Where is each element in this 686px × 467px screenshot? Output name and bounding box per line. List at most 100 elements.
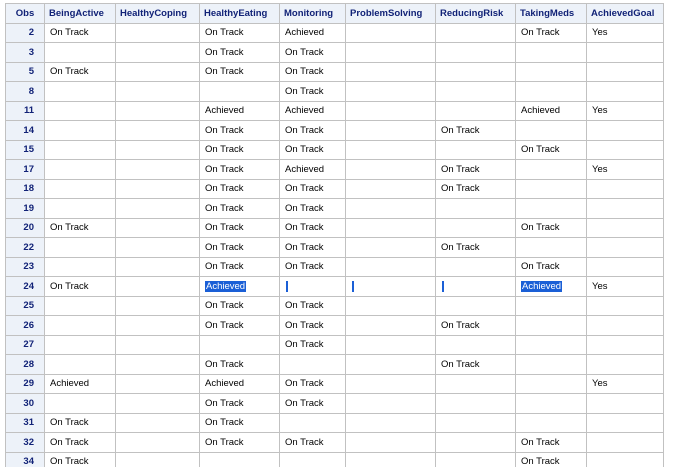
table-cell[interactable] [515, 159, 587, 180]
table-cell[interactable] [345, 139, 436, 160]
table-cell[interactable]: On Track [515, 217, 587, 238]
table-cell[interactable] [515, 198, 587, 219]
table-cell[interactable]: On Track [515, 256, 587, 277]
table-row[interactable]: 5 On Track On Track On Track [5, 61, 664, 82]
table-cell[interactable] [515, 61, 587, 82]
table-cell[interactable]: On Track [279, 315, 346, 336]
table-cell[interactable] [586, 81, 664, 102]
table-cell[interactable]: On Track [435, 159, 516, 180]
table-cell[interactable] [115, 178, 200, 199]
table-cell[interactable] [115, 198, 200, 219]
table-cell[interactable]: Achieved [279, 159, 346, 180]
column-header-healthycoping[interactable]: HealthyCoping [115, 3, 200, 24]
table-cell[interactable] [115, 159, 200, 180]
table-row[interactable]: 25 On Track On Track [5, 295, 664, 316]
table-row[interactable]: 28 On Track On Track [5, 354, 664, 375]
table-cell[interactable]: Achieved [44, 373, 116, 394]
table-cell[interactable]: On Track [279, 61, 346, 82]
table-cell[interactable] [586, 178, 664, 199]
table-cell[interactable] [435, 334, 516, 355]
table-cell[interactable]: On Track [279, 432, 346, 453]
table-cell[interactable]: On Track [44, 276, 116, 297]
table-cell[interactable]: Yes [586, 276, 664, 297]
table-cell[interactable] [115, 22, 200, 43]
table-cell[interactable] [115, 100, 200, 121]
table-row[interactable]: 32 On Track On Track On Track On Track [5, 432, 664, 453]
table-cell[interactable] [345, 237, 436, 258]
table-cell[interactable] [345, 217, 436, 238]
table-cell[interactable] [44, 178, 116, 199]
table-cell[interactable] [515, 393, 587, 414]
table-cell[interactable] [515, 178, 587, 199]
column-header-achievedgoal[interactable]: AchievedGoal [586, 3, 664, 24]
table-cell[interactable] [44, 334, 116, 355]
table-row[interactable]: 15 On Track On Track On Track [5, 139, 664, 160]
table-cell[interactable] [44, 237, 116, 258]
table-row[interactable]: 14 On Track On Track On Track [5, 120, 664, 141]
table-row[interactable]: 3 On Track On Track [5, 42, 664, 63]
table-cell[interactable] [586, 256, 664, 277]
table-cell[interactable]: On Track [199, 354, 280, 375]
table-cell[interactable] [345, 42, 436, 63]
table-cell[interactable] [345, 393, 436, 414]
table-cell[interactable] [115, 354, 200, 375]
column-header-monitoring[interactable]: Monitoring [279, 3, 346, 24]
table-row[interactable]: 2 On Track On Track Achieved On Track Yes [5, 22, 664, 43]
table-cell[interactable]: Achieved [279, 100, 346, 121]
table-row[interactable]: 20 On Track On Track On Track On Track [5, 217, 664, 238]
table-cell[interactable]: On Track [279, 295, 346, 316]
table-row[interactable]: 30 On Track On Track [5, 393, 664, 414]
table-cell[interactable]: On Track [515, 451, 587, 467]
table-cell[interactable] [44, 120, 116, 141]
table-cell[interactable]: On Track [279, 120, 346, 141]
table-cell[interactable]: On Track [199, 432, 280, 453]
table-cell[interactable] [586, 412, 664, 433]
table-cell[interactable] [515, 237, 587, 258]
table-row[interactable]: 19 On Track On Track [5, 198, 664, 219]
table-cell[interactable] [586, 237, 664, 258]
table-cell[interactable] [345, 178, 436, 199]
table-cell[interactable]: Achieved [199, 373, 280, 394]
column-header-problemsolving[interactable]: ProblemSolving [345, 3, 436, 24]
table-cell[interactable] [115, 412, 200, 433]
table-cell[interactable] [435, 100, 516, 121]
table-cell[interactable] [115, 61, 200, 82]
table-cell[interactable] [44, 139, 116, 160]
table-cell[interactable]: On Track [515, 432, 587, 453]
table-cell[interactable] [44, 42, 116, 63]
table-cell[interactable] [345, 354, 436, 375]
table-cell[interactable] [586, 354, 664, 375]
table-row[interactable]: 23 On Track On Track On Track [5, 256, 664, 277]
table-cell[interactable] [435, 393, 516, 414]
table-cell[interactable] [345, 159, 436, 180]
table-cell[interactable] [279, 276, 346, 297]
table-cell[interactable]: On Track [44, 61, 116, 82]
table-cell[interactable]: On Track [199, 256, 280, 277]
table-cell[interactable] [586, 42, 664, 63]
table-cell[interactable] [44, 198, 116, 219]
table-cell[interactable] [345, 373, 436, 394]
table-cell[interactable] [586, 451, 664, 467]
table-cell[interactable] [345, 100, 436, 121]
table-cell[interactable]: On Track [515, 22, 587, 43]
table-cell[interactable]: On Track [279, 198, 346, 219]
table-cell[interactable]: Achieved [199, 276, 280, 297]
table-cell[interactable]: On Track [199, 178, 280, 199]
table-cell[interactable] [435, 373, 516, 394]
table-row[interactable]: 31 On Track On Track [5, 412, 664, 433]
table-cell[interactable] [515, 81, 587, 102]
table-cell[interactable] [115, 256, 200, 277]
table-row[interactable]: 26 On Track On Track On Track [5, 315, 664, 336]
table-cell[interactable]: On Track [435, 120, 516, 141]
table-cell[interactable]: On Track [199, 139, 280, 160]
table-cell[interactable] [115, 295, 200, 316]
table-cell[interactable] [44, 295, 116, 316]
table-cell[interactable] [44, 81, 116, 102]
column-header-takingmeds[interactable]: TakingMeds [515, 3, 587, 24]
table-cell[interactable] [435, 295, 516, 316]
table-cell[interactable]: On Track [199, 42, 280, 63]
table-cell[interactable] [115, 393, 200, 414]
table-cell[interactable]: On Track [279, 139, 346, 160]
table-cell[interactable]: On Track [199, 120, 280, 141]
table-cell[interactable] [115, 432, 200, 453]
